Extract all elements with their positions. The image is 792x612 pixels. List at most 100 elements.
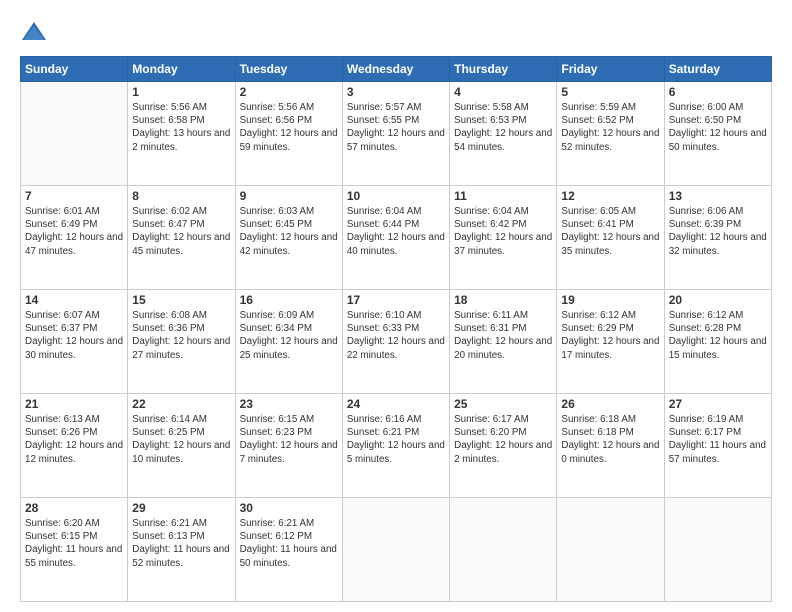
cell-text: Sunrise: 6:12 AMSunset: 6:28 PMDaylight:… — [669, 310, 767, 361]
day-number: 30 — [240, 501, 338, 515]
day-number: 22 — [132, 397, 230, 411]
logo — [20, 18, 52, 46]
day-number: 26 — [561, 397, 659, 411]
cell-text: Sunrise: 6:00 AMSunset: 6:50 PMDaylight:… — [669, 102, 767, 153]
logo-icon — [20, 18, 48, 46]
calendar-cell: 21Sunrise: 6:13 AMSunset: 6:26 PMDayligh… — [21, 394, 128, 498]
cell-text: Sunrise: 6:14 AMSunset: 6:25 PMDaylight:… — [132, 414, 230, 465]
week-row-2: 7Sunrise: 6:01 AMSunset: 6:49 PMDaylight… — [21, 186, 772, 290]
calendar-cell: 25Sunrise: 6:17 AMSunset: 6:20 PMDayligh… — [450, 394, 557, 498]
week-row-5: 28 Sunrise: 6:20 AMSunset: 6:15 PMDayligh… — [21, 498, 772, 602]
day-number: 17 — [347, 293, 445, 307]
cell-text: Sunrise: 6:11 AMSunset: 6:31 PMDaylight:… — [454, 310, 552, 361]
calendar-cell — [664, 498, 771, 602]
calendar-cell: 13 Sunrise: 6:06 AMSunset: 6:39 PMDayligh… — [664, 186, 771, 290]
calendar-cell: 18 Sunrise: 6:11 AMSunset: 6:31 PMDayligh… — [450, 290, 557, 394]
calendar-cell: 3 Sunrise: 5:57 AMSunset: 6:55 PMDaylight… — [342, 82, 449, 186]
weekday-header-thursday: Thursday — [450, 57, 557, 82]
cell-text: Sunrise: 5:56 AMSunset: 6:56 PMDaylight:… — [240, 102, 338, 153]
calendar-cell: 6 Sunrise: 6:00 AMSunset: 6:50 PMDaylight… — [664, 82, 771, 186]
calendar-cell: 27Sunrise: 6:19 AMSunset: 6:17 PMDayligh… — [664, 394, 771, 498]
calendar-cell: 16 Sunrise: 6:09 AMSunset: 6:34 PMDayligh… — [235, 290, 342, 394]
day-number: 8 — [132, 189, 230, 203]
header — [20, 18, 772, 46]
day-number: 13 — [669, 189, 767, 203]
cell-text: Sunrise: 6:17 AMSunset: 6:20 PMDaylight:… — [454, 414, 552, 465]
weekday-header-row: SundayMondayTuesdayWednesdayThursdayFrid… — [21, 57, 772, 82]
weekday-header-monday: Monday — [128, 57, 235, 82]
day-number: 14 — [25, 293, 123, 307]
cell-text: Sunrise: 6:15 AMSunset: 6:23 PMDaylight:… — [240, 414, 338, 465]
day-number: 28 — [25, 501, 123, 515]
calendar-cell: 9 Sunrise: 6:03 AMSunset: 6:45 PMDaylight… — [235, 186, 342, 290]
day-number: 11 — [454, 189, 552, 203]
day-number: 5 — [561, 85, 659, 99]
day-number: 16 — [240, 293, 338, 307]
calendar-cell — [342, 498, 449, 602]
calendar-cell: 5 Sunrise: 5:59 AMSunset: 6:52 PMDaylight… — [557, 82, 664, 186]
cell-text: Sunrise: 6:05 AMSunset: 6:41 PMDaylight:… — [561, 206, 659, 257]
calendar-cell: 19 Sunrise: 6:12 AMSunset: 6:29 PMDayligh… — [557, 290, 664, 394]
day-number: 10 — [347, 189, 445, 203]
cell-text: Sunrise: 6:08 AMSunset: 6:36 PMDaylight:… — [132, 310, 230, 361]
cell-text: Sunrise: 6:12 AMSunset: 6:29 PMDaylight:… — [561, 310, 659, 361]
calendar-cell: 28 Sunrise: 6:20 AMSunset: 6:15 PMDayligh… — [21, 498, 128, 602]
day-number: 6 — [669, 85, 767, 99]
calendar-cell: 2 Sunrise: 5:56 AMSunset: 6:56 PMDaylight… — [235, 82, 342, 186]
calendar-cell: 30 Sunrise: 6:21 AMSunset: 6:12 PMDayligh… — [235, 498, 342, 602]
cell-text: Sunrise: 5:59 AMSunset: 6:52 PMDaylight:… — [561, 102, 659, 153]
calendar-cell: 14 Sunrise: 6:07 AMSunset: 6:37 PMDayligh… — [21, 290, 128, 394]
calendar-cell: 11 Sunrise: 6:04 AMSunset: 6:42 PMDayligh… — [450, 186, 557, 290]
calendar-cell: 4 Sunrise: 5:58 AMSunset: 6:53 PMDaylight… — [450, 82, 557, 186]
day-number: 12 — [561, 189, 659, 203]
cell-text: Sunrise: 5:57 AMSunset: 6:55 PMDaylight:… — [347, 102, 445, 153]
cell-text: Sunrise: 6:06 AMSunset: 6:39 PMDaylight:… — [669, 206, 767, 257]
calendar-cell: 15 Sunrise: 6:08 AMSunset: 6:36 PMDayligh… — [128, 290, 235, 394]
calendar-cell: 29 Sunrise: 6:21 AMSunset: 6:13 PMDayligh… — [128, 498, 235, 602]
week-row-1: 1 Sunrise: 5:56 AMSunset: 6:58 PMDaylight… — [21, 82, 772, 186]
calendar-table: SundayMondayTuesdayWednesdayThursdayFrid… — [20, 56, 772, 602]
cell-text: Sunrise: 6:09 AMSunset: 6:34 PMDaylight:… — [240, 310, 338, 361]
cell-text: Sunrise: 6:03 AMSunset: 6:45 PMDaylight:… — [240, 206, 338, 257]
day-number: 20 — [669, 293, 767, 307]
calendar-cell: 12 Sunrise: 6:05 AMSunset: 6:41 PMDayligh… — [557, 186, 664, 290]
calendar-cell: 8Sunrise: 6:02 AMSunset: 6:47 PMDaylight… — [128, 186, 235, 290]
cell-text: Sunrise: 6:04 AMSunset: 6:42 PMDaylight:… — [454, 206, 552, 257]
day-number: 9 — [240, 189, 338, 203]
week-row-4: 21Sunrise: 6:13 AMSunset: 6:26 PMDayligh… — [21, 394, 772, 498]
cell-text: Sunrise: 6:20 AMSunset: 6:15 PMDaylight:… — [25, 518, 122, 569]
cell-text: Sunrise: 6:21 AMSunset: 6:13 PMDaylight:… — [132, 518, 229, 569]
cell-text: Sunrise: 5:56 AMSunset: 6:58 PMDaylight:… — [132, 102, 230, 153]
day-number: 27 — [669, 397, 767, 411]
weekday-header-saturday: Saturday — [664, 57, 771, 82]
calendar-cell: 23Sunrise: 6:15 AMSunset: 6:23 PMDayligh… — [235, 394, 342, 498]
day-number: 2 — [240, 85, 338, 99]
day-number: 19 — [561, 293, 659, 307]
day-number: 15 — [132, 293, 230, 307]
cell-text: Sunrise: 6:21 AMSunset: 6:12 PMDaylight:… — [240, 518, 337, 569]
calendar-cell: 26 Sunrise: 6:18 AMSunset: 6:18 PMDayligh… — [557, 394, 664, 498]
calendar-cell: 10 Sunrise: 6:04 AMSunset: 6:44 PMDayligh… — [342, 186, 449, 290]
day-number: 7 — [25, 189, 123, 203]
weekday-header-wednesday: Wednesday — [342, 57, 449, 82]
day-number: 1 — [132, 85, 230, 99]
page: SundayMondayTuesdayWednesdayThursdayFrid… — [0, 0, 792, 612]
cell-text: Sunrise: 6:04 AMSunset: 6:44 PMDaylight:… — [347, 206, 445, 257]
weekday-header-tuesday: Tuesday — [235, 57, 342, 82]
calendar-cell — [450, 498, 557, 602]
calendar-cell: 7Sunrise: 6:01 AMSunset: 6:49 PMDaylight… — [21, 186, 128, 290]
calendar-cell: 17Sunrise: 6:10 AMSunset: 6:33 PMDayligh… — [342, 290, 449, 394]
calendar-cell: 1 Sunrise: 5:56 AMSunset: 6:58 PMDaylight… — [128, 82, 235, 186]
day-number: 3 — [347, 85, 445, 99]
cell-text: Sunrise: 5:58 AMSunset: 6:53 PMDaylight:… — [454, 102, 552, 153]
day-number: 4 — [454, 85, 552, 99]
calendar-cell: 24Sunrise: 6:16 AMSunset: 6:21 PMDayligh… — [342, 394, 449, 498]
day-number: 29 — [132, 501, 230, 515]
day-number: 18 — [454, 293, 552, 307]
cell-text: Sunrise: 6:18 AMSunset: 6:18 PMDaylight:… — [561, 414, 659, 465]
week-row-3: 14 Sunrise: 6:07 AMSunset: 6:37 PMDayligh… — [21, 290, 772, 394]
day-number: 21 — [25, 397, 123, 411]
cell-text: Sunrise: 6:07 AMSunset: 6:37 PMDaylight:… — [25, 310, 123, 361]
cell-text: Sunrise: 6:16 AMSunset: 6:21 PMDaylight:… — [347, 414, 445, 465]
calendar-cell: 20 Sunrise: 6:12 AMSunset: 6:28 PMDayligh… — [664, 290, 771, 394]
